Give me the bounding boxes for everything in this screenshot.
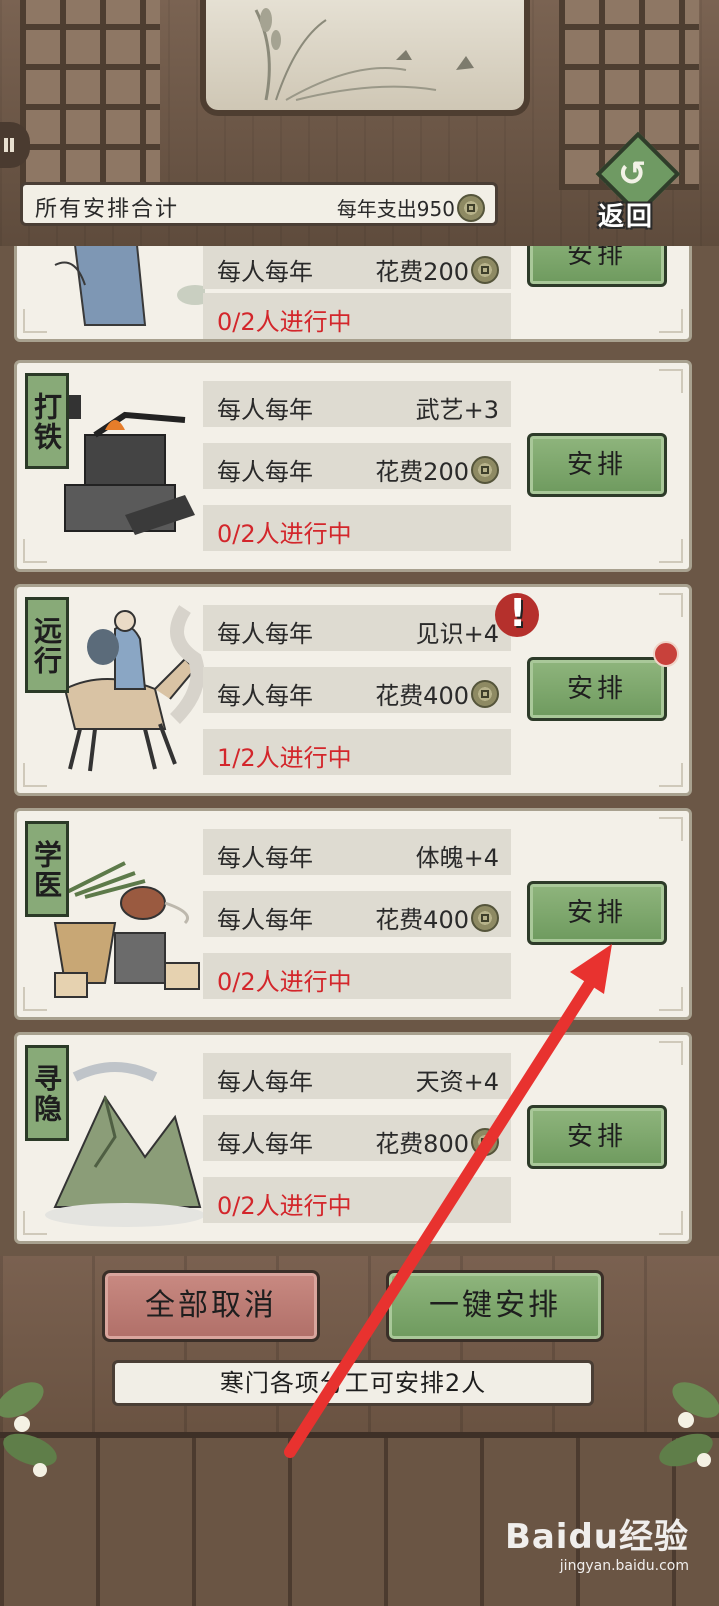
coin-icon [471, 1127, 499, 1156]
one-click-arrange-button[interactable]: 一键安排 [386, 1270, 604, 1342]
task-tag: 打铁 [25, 373, 69, 469]
status-text: 0/2人进行中 [217, 968, 352, 996]
watermark-brand: Baidu经验 [504, 1517, 689, 1557]
row-value: 天资+4 [415, 1068, 499, 1096]
exclamation-icon: ! [509, 591, 527, 635]
card-row: 每人每年 天资+4 [203, 1053, 511, 1099]
totals-expense-text: 每年支出950 [336, 197, 455, 221]
row-label: 每人每年 [217, 396, 313, 424]
notification-dot [653, 641, 679, 667]
row-value: 花费400 [375, 676, 499, 711]
notice-bar: 寒门各项分工可安排2人 [112, 1360, 594, 1406]
row-value: 花费400 [375, 900, 499, 935]
baidu-watermark: Baidu经验 jingyan.baidu.com [505, 1509, 689, 1574]
footer: 全部取消 一键安排 寒门各项分工可安排2人 Baidu经验 jingyan.ba… [0, 1256, 719, 1606]
orchid-painting [200, 0, 530, 116]
status-text: 0/2人进行中 [217, 520, 352, 548]
task-card-travel: 远行 每人每年 见识+4 ! 每人每年 花费400 1/2人进行中 安排 [14, 584, 692, 796]
back-label: 返回 [598, 202, 655, 232]
arrange-button[interactable]: 安排 [527, 881, 667, 945]
cancel-all-button[interactable]: 全部取消 [102, 1270, 320, 1342]
row-value: 武艺+3 [415, 396, 499, 424]
totals-expense: 每年支出950 [337, 193, 485, 222]
card-row: 每人每年 花费200 [203, 443, 511, 489]
coin-icon [471, 255, 499, 284]
scholar-illustration [35, 246, 213, 331]
row-label: 每人每年 [217, 1068, 313, 1096]
row-label: 每人每年 [217, 1130, 313, 1158]
row-label: 每人每年 [217, 844, 313, 872]
status-text: 0/2人进行中 [217, 308, 352, 336]
totals-label: 所有安排合计 [35, 197, 180, 222]
row-label: 每人每年 [217, 620, 313, 648]
task-tag: 远行 [25, 597, 69, 693]
card-status-row: 0/2人进行中 [203, 1177, 511, 1223]
coin-icon [471, 455, 499, 484]
card-row: 每人每年 花费400 [203, 891, 511, 937]
coin-icon [471, 903, 499, 932]
row-value: 花费200 [375, 252, 499, 287]
flower-decoration-right [659, 1382, 719, 1467]
row-value: 见识+4 [415, 620, 499, 648]
card-row: 每人每年 花费200 [203, 246, 511, 289]
card-status-row: 0/2人进行中 [203, 505, 511, 551]
alert-badge[interactable]: ! [495, 591, 539, 637]
back-button[interactable]: ↺ 返回 [594, 131, 684, 232]
task-tag: 学医 [25, 821, 69, 917]
card-row: 每人每年 武艺+3 [203, 381, 511, 427]
card-status-row: 0/2人进行中 [203, 953, 511, 999]
task-card-blacksmith: 打铁 每人每年 武艺+3 每人每年 花费200 0/2人进行中 安排 [14, 360, 692, 572]
task-list[interactable]: 每人每年 花费200 0/2人进行中 安排 打铁 每人每年 武艺+3 每人每年 [0, 246, 719, 1260]
row-label: 每人每年 [217, 458, 313, 486]
row-value: 花费200 [375, 452, 499, 487]
card-row: 每人每年 体魄+4 [203, 829, 511, 875]
card-row: 每人每年 花费800 [203, 1115, 511, 1161]
row-value: 花费800 [375, 1124, 499, 1159]
row-value: 体魄+4 [415, 844, 499, 872]
arrange-button[interactable]: 安排 [527, 1105, 667, 1169]
window-lattice-left [20, 0, 160, 190]
task-tag: 寻隐 [25, 1045, 69, 1141]
card-status-row: 0/2人进行中 [203, 293, 511, 339]
arrange-button[interactable]: 安排 [527, 657, 667, 721]
card-row: 每人每年 花费400 [203, 667, 511, 713]
coin-icon [457, 193, 485, 222]
status-text: 0/2人进行中 [217, 1192, 352, 1220]
back-arrow-icon: ↺ [618, 154, 647, 194]
row-label: 每人每年 [217, 258, 313, 286]
flower-decoration-left [0, 1382, 57, 1477]
task-card-hermit: 寻隐 每人每年 天资+4 每人每年 花费800 0/2人进行中 安排 [14, 1032, 692, 1244]
arrange-button[interactable]: 安排 [527, 246, 667, 287]
watermark-url: jingyan.baidu.com [559, 1558, 689, 1574]
card-status-row: 1/2人进行中 [203, 729, 511, 775]
arrange-button[interactable]: 安排 [527, 433, 667, 497]
totals-bar: 所有安排合计 每年支出950 [20, 182, 498, 226]
row-label: 每人每年 [217, 906, 313, 934]
coin-icon [471, 679, 499, 708]
task-card-partial: 每人每年 花费200 0/2人进行中 安排 [14, 246, 692, 342]
status-text: 1/2人进行中 [217, 744, 352, 772]
card-row: 每人每年 见识+4 [203, 605, 511, 651]
task-card-medicine: 学医 每人每年 体魄+4 每人每年 花费400 0/2人进行中 安排 [14, 808, 692, 1020]
row-label: 每人每年 [217, 682, 313, 710]
